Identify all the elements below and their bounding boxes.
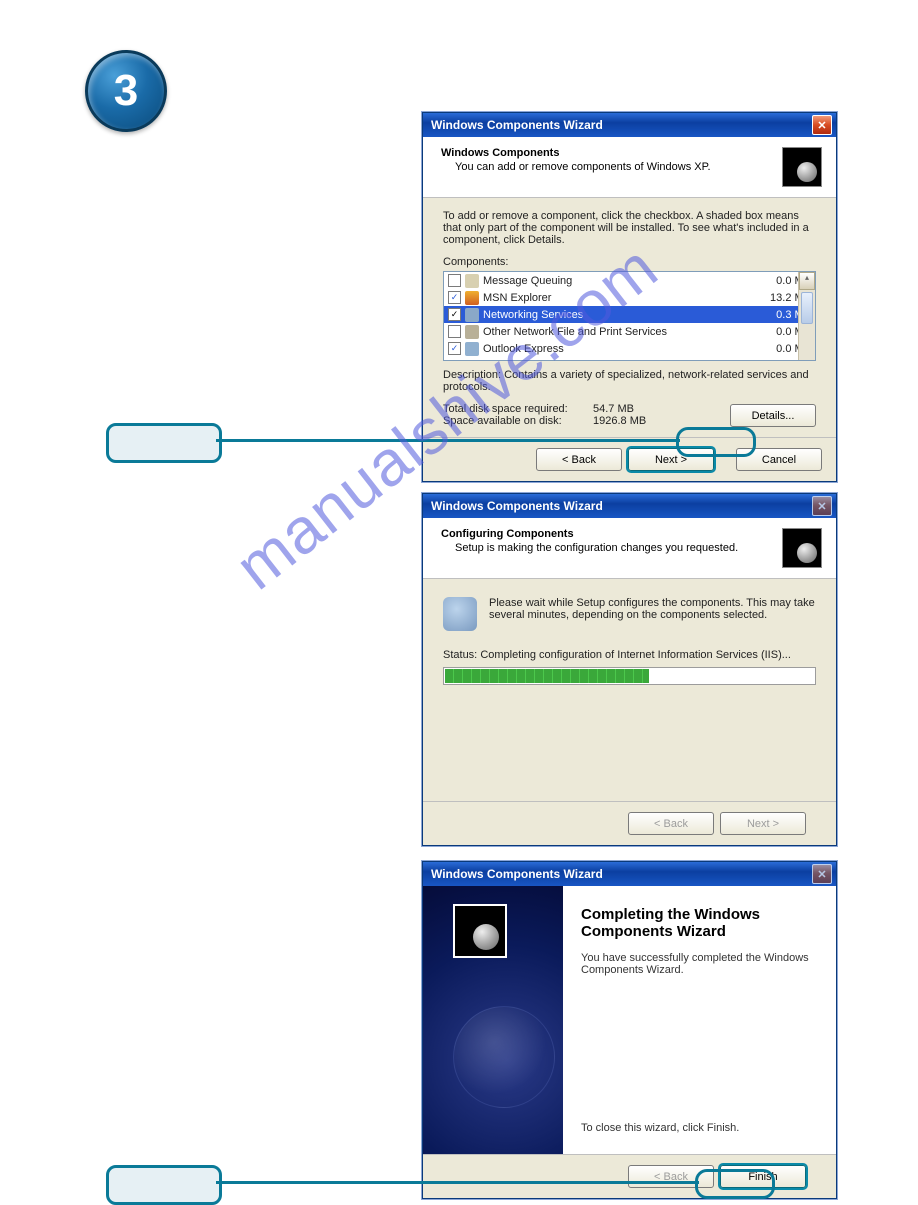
finish-button[interactable]: Finish	[720, 1165, 806, 1188]
wizard-header: Windows Components You can add or remove…	[423, 137, 836, 198]
status-text: Completing configuration of Internet Inf…	[480, 649, 791, 661]
titlebar: Windows Components Wizard ✕	[423, 862, 836, 886]
description-label: Description:	[443, 369, 501, 381]
wizard-header: Configuring Components Setup is making t…	[423, 518, 836, 579]
list-item[interactable]: Message Queuing 0.0 MB	[444, 272, 815, 289]
close-icon[interactable]: ✕	[812, 115, 832, 135]
header-heading: Configuring Components	[441, 528, 738, 540]
disk-available-value: 1926.8 MB	[593, 415, 646, 427]
titlebar: Windows Components Wizard ✕	[423, 494, 836, 518]
components-label: Components:	[443, 256, 816, 268]
callout-pill	[106, 423, 222, 463]
cancel-button[interactable]: Cancel	[736, 448, 822, 471]
step-number-badge: 3	[85, 50, 167, 132]
disk-required-value: 54.7 MB	[593, 403, 634, 415]
wizard-sidebar-graphic	[423, 886, 563, 1154]
back-button[interactable]: < Back	[536, 448, 622, 471]
component-icon	[465, 274, 479, 288]
titlebar: Windows Components Wizard ✕	[423, 113, 836, 137]
disk-required-label: Total disk space required:	[443, 403, 593, 415]
header-heading: Windows Components	[441, 147, 711, 159]
header-subheading: Setup is making the configuration change…	[455, 542, 738, 554]
completing-wizard-window: Windows Components Wizard ✕ Completing t…	[422, 861, 837, 1199]
scroll-thumb[interactable]	[801, 292, 813, 324]
disk-available-label: Space available on disk:	[443, 415, 593, 427]
components-listbox[interactable]: Message Queuing 0.0 MB ✓MSN Explorer 13.…	[443, 271, 816, 361]
list-item[interactable]: ✓MSN Explorer 13.2 MB	[444, 289, 815, 306]
checkbox-icon[interactable]	[448, 325, 461, 338]
component-icon	[465, 308, 479, 322]
window-title: Windows Components Wizard	[431, 499, 603, 513]
component-icon	[465, 291, 479, 305]
scrollbar[interactable]: ▴	[798, 272, 815, 360]
status-label: Status:	[443, 649, 477, 661]
checkbox-icon[interactable]	[448, 274, 461, 287]
scroll-up-icon[interactable]: ▴	[799, 272, 815, 290]
checkbox-icon[interactable]: ✓	[448, 291, 461, 304]
window-title: Windows Components Wizard	[431, 118, 603, 132]
progress-bar	[443, 667, 816, 685]
completion-body: You have successfully completed the Wind…	[581, 952, 818, 976]
next-button: Next >	[720, 812, 806, 835]
details-button[interactable]: Details...	[730, 404, 816, 427]
package-icon	[782, 528, 822, 568]
list-item[interactable]: ✓Networking Services 0.3 MB	[444, 306, 815, 323]
component-icon	[465, 325, 479, 339]
list-item[interactable]: Other Network File and Print Services 0.…	[444, 323, 815, 340]
item-label: Message Queuing	[483, 275, 572, 287]
callout-connector	[216, 439, 680, 442]
window-title: Windows Components Wizard	[431, 867, 603, 881]
callout-pill	[106, 1165, 222, 1205]
package-icon	[453, 904, 507, 958]
completion-heading: Completing the Windows Components Wizard	[581, 906, 818, 940]
component-icon	[465, 342, 479, 356]
header-subheading: You can add or remove components of Wind…	[455, 161, 711, 173]
checkbox-icon[interactable]: ✓	[448, 308, 461, 321]
item-label: Other Network File and Print Services	[483, 326, 667, 338]
configuring-wizard-window: Windows Components Wizard ✕ Configuring …	[422, 493, 837, 846]
wait-text: Please wait while Setup configures the c…	[489, 597, 816, 621]
item-label: MSN Explorer	[483, 292, 551, 304]
checkbox-icon[interactable]: ✓	[448, 342, 461, 355]
list-item[interactable]: ✓Outlook Express 0.0 MB	[444, 340, 815, 357]
next-button[interactable]: Next >	[628, 448, 714, 471]
package-icon	[782, 147, 822, 187]
callout-connector	[216, 1181, 699, 1184]
item-label: Networking Services	[483, 309, 583, 321]
back-button: < Back	[628, 812, 714, 835]
instructions-text: To add or remove a component, click the …	[443, 210, 816, 246]
components-wizard-window: Windows Components Wizard ✕ Windows Comp…	[422, 112, 837, 482]
close-icon: ✕	[812, 864, 832, 884]
gear-icon	[443, 597, 477, 631]
item-label: Outlook Express	[483, 343, 564, 355]
close-hint: To close this wizard, click Finish.	[581, 1122, 818, 1134]
back-button: < Back	[628, 1165, 714, 1188]
close-icon: ✕	[812, 496, 832, 516]
